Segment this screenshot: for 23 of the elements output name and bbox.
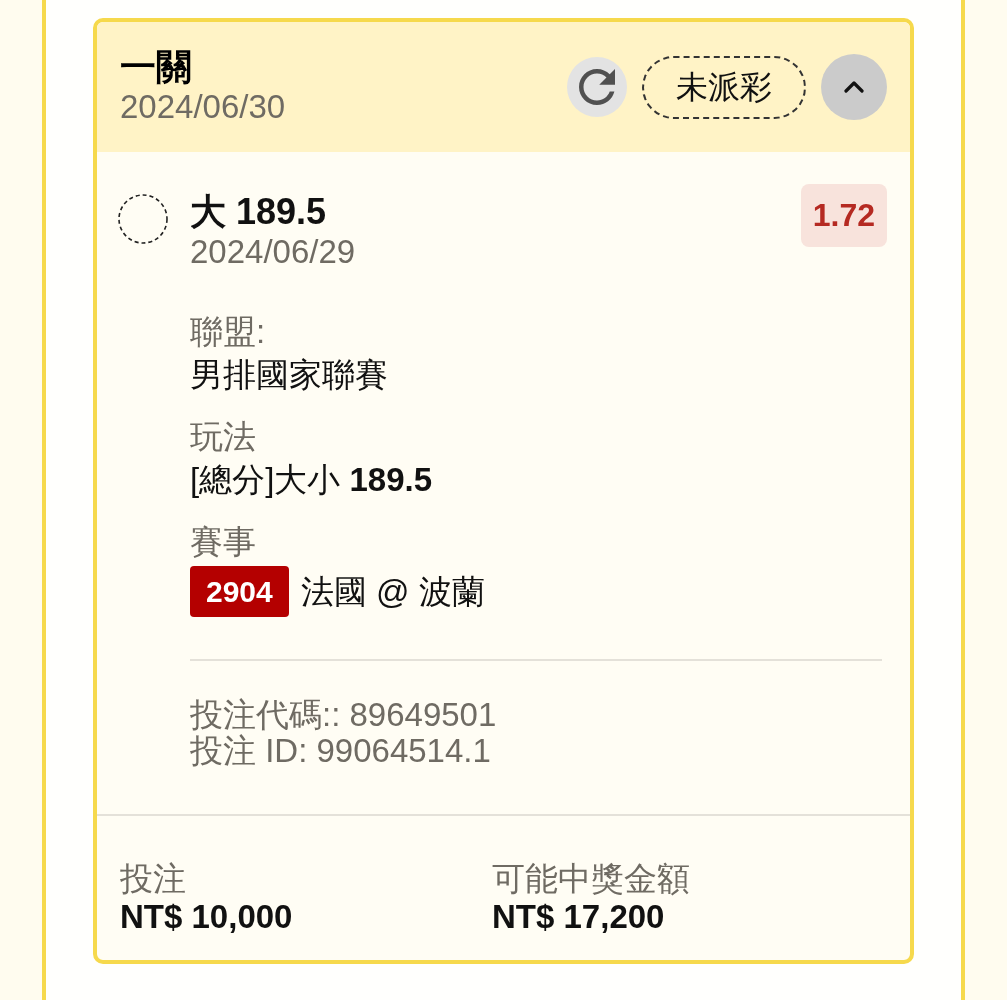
card-date: 2024/06/30 — [120, 87, 286, 127]
amount-value: NT$ 10,000 — [120, 898, 293, 936]
amount-label: 可能中獎金額 — [492, 860, 690, 898]
dashed-circle-icon — [118, 194, 168, 244]
status-badge: 未派彩 — [642, 55, 806, 119]
card-title: 一關 — [120, 47, 192, 87]
detail-label: 聯盟: — [190, 312, 266, 352]
chevron-up-icon — [844, 81, 864, 93]
detail-value: 男排國家聯賽 — [190, 355, 388, 395]
selection-pick: 大 189.5 — [190, 192, 327, 232]
bet-code: 投注代碼:: 89649501 — [190, 697, 497, 733]
detail-value: [總分]大小 189.5 — [190, 460, 433, 500]
refresh-button[interactable] — [567, 57, 627, 117]
match-teams: 法國 @ 波蘭 — [300, 571, 485, 612]
refresh-icon — [579, 69, 615, 105]
bet-id: 投注 ID: 99064514.1 — [190, 733, 491, 769]
detail-label: 賽事 — [190, 522, 256, 562]
selection-date: 2024/06/29 — [190, 232, 356, 272]
match-number: 2904 — [190, 566, 289, 617]
amount-value: NT$ 17,200 — [492, 898, 665, 936]
odds-badge: 1.72 — [800, 184, 887, 247]
amount-label: 投注 — [120, 860, 186, 898]
detail-label: 玩法 — [190, 417, 256, 457]
